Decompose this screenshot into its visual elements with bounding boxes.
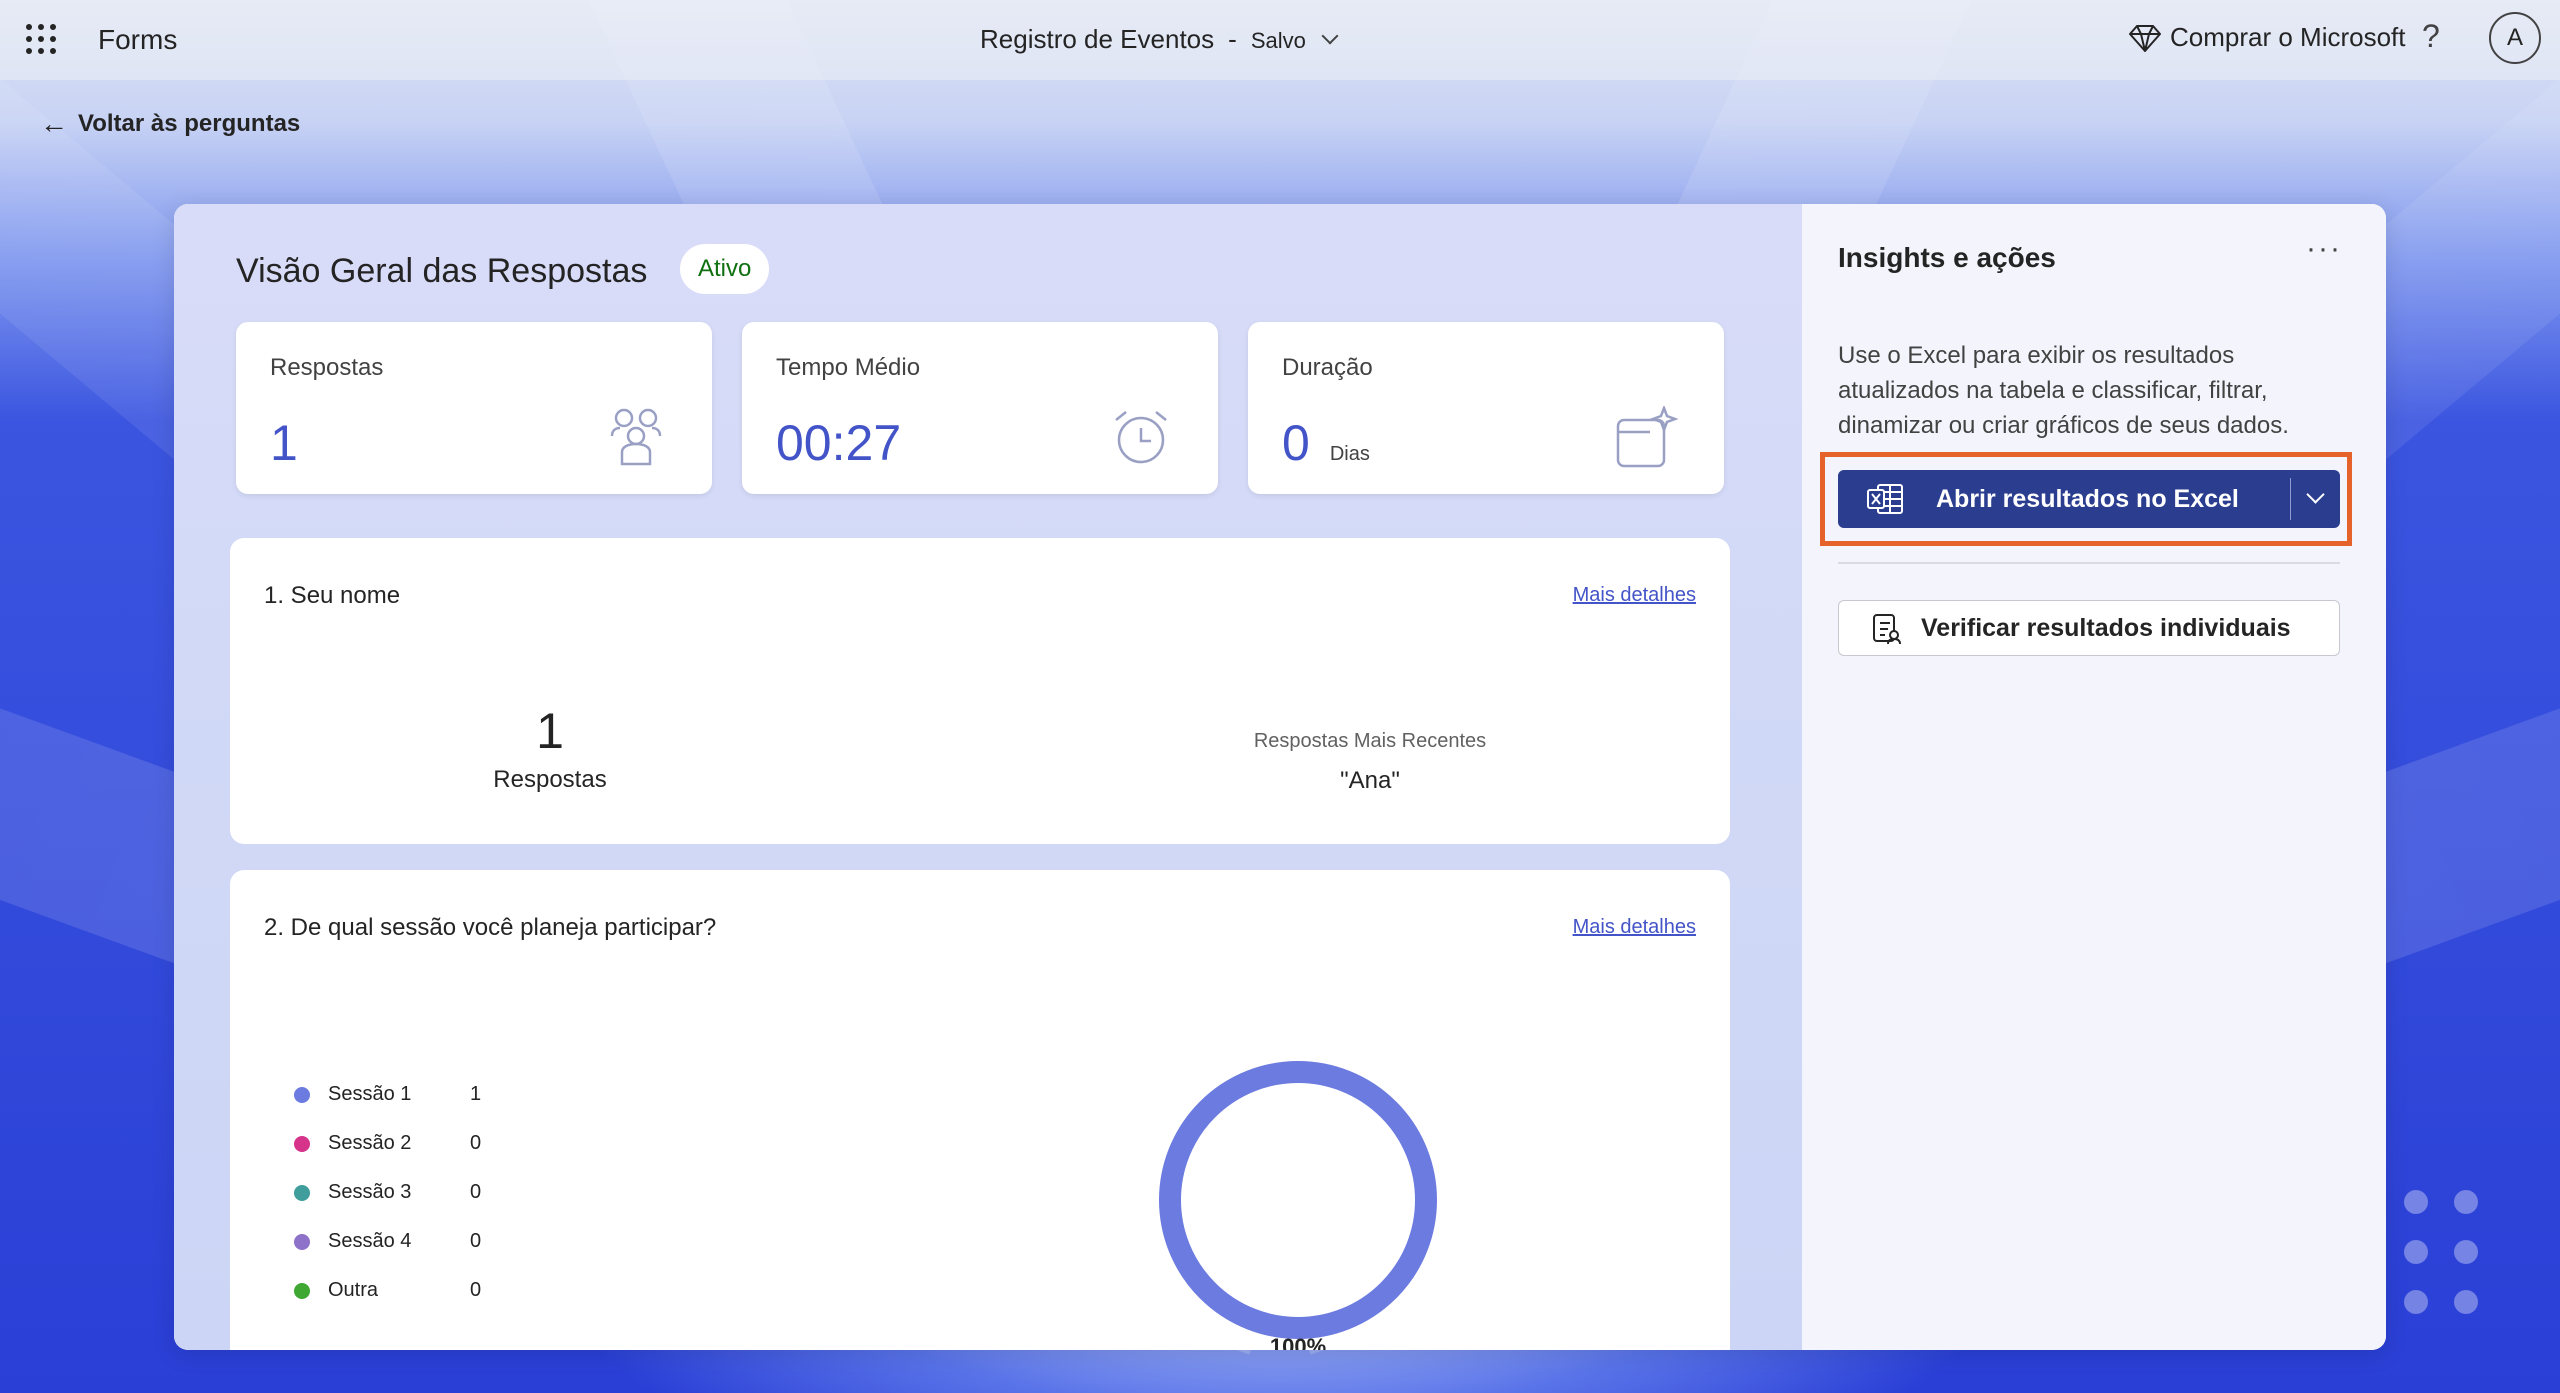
legend-item: Sessão 2 0: [294, 1119, 481, 1168]
divider: [1838, 562, 2340, 564]
legend-swatch: [294, 1282, 310, 1299]
save-status: Salvo: [1250, 28, 1306, 53]
stat-label: Respostas: [270, 354, 384, 381]
buy-microsoft-button[interactable]: Comprar o Microsoft: [2128, 22, 2406, 53]
donut-chart: [1159, 1061, 1437, 1339]
legend-item: Sessão 4 0: [294, 1217, 481, 1266]
arrow-left-icon: ←: [40, 108, 68, 139]
open-in-excel-split-button: Abrir resultados no Excel: [1838, 470, 2340, 528]
view-individual-results-button[interactable]: Verificar resultados individuais: [1838, 600, 2340, 656]
results-panel: Visão Geral das Respostas Ativo Resposta…: [174, 204, 2386, 1350]
diamond-icon: [2129, 24, 2161, 52]
help-icon[interactable]: ?: [2422, 18, 2440, 55]
stat-label: Tempo Médio: [776, 354, 921, 381]
alarm-clock-icon: [1115, 411, 1167, 464]
view-individual-results-label: Verificar resultados individuais: [1921, 613, 2291, 642]
question-title: 1. Seu nome: [264, 582, 401, 609]
more-options-icon[interactable]: ···: [2306, 232, 2342, 266]
legend-swatch: [294, 1233, 310, 1250]
decoration-dot: [2404, 1190, 2428, 1214]
stat-unit: Dias: [1329, 443, 1370, 465]
stat-card-average-time: Tempo Médio 00:27: [742, 322, 1218, 494]
recent-heading: Respostas Mais Recentes: [1253, 730, 1487, 752]
stat-label: Duração: [1282, 354, 1373, 381]
legend-label: Outra: [328, 1279, 379, 1301]
app-name[interactable]: Forms: [98, 24, 177, 56]
recent-responses: Respostas Mais Recentes "Ana": [1090, 730, 1650, 795]
top-bar: Forms Registro de Eventos - Salvo Comprar …: [0, 0, 2560, 80]
question-card-name: 1. Seu nome Mais detalhes 1 Respostas Re…: [230, 538, 1730, 844]
chevron-down-icon: [2306, 485, 2325, 504]
legend-label: Sessão 2: [328, 1132, 412, 1154]
excel-icon: [1867, 484, 1903, 514]
responses-overview: Visão Geral das Respostas Ativo Resposta…: [174, 204, 1802, 1350]
question-title: 2. De qual sessão você planeja participa…: [264, 914, 717, 941]
legend-item: Outra 0: [294, 1266, 481, 1315]
legend-item: Sessão 3 0: [294, 1168, 481, 1217]
buy-label: Comprar o Microsoft: [2170, 22, 2406, 52]
back-to-questions-link[interactable]: ← Voltar às perguntas: [40, 108, 300, 140]
chart-legend: Sessão 1 1 Sessão 2 0 Sessão 3 0 Sessão 4 0 Outr…: [294, 1070, 481, 1315]
response-count: 1 Respostas: [230, 702, 870, 794]
legend-swatch: [294, 1135, 310, 1152]
legend-swatch: [294, 1086, 310, 1103]
legend-label: Sessão 3: [328, 1181, 412, 1203]
insights-panel: Insights e ações ··· Use o Excel para ex…: [1802, 204, 2386, 1350]
title-separator: -: [1228, 24, 1237, 54]
legend-label: Sessão 4: [328, 1230, 412, 1252]
stat-value: 1: [270, 415, 298, 471]
stat-value: 00:27: [776, 415, 902, 471]
decoration-dot: [2404, 1240, 2428, 1264]
legend-item: Sessão 1 1: [294, 1070, 481, 1119]
excel-options-dropdown[interactable]: [2291, 470, 2340, 528]
legend-value: 1: [470, 1083, 482, 1105]
decoration-dot: [2454, 1240, 2478, 1264]
status-badge: Ativo: [680, 244, 770, 294]
insights-title: Insights e ações: [1838, 242, 2056, 273]
legend-value: 0: [470, 1230, 482, 1252]
clipboard-person-icon: [1873, 614, 1901, 645]
chart-data-label: 100%: [1269, 1334, 1327, 1350]
insights-description: Use o Excel para exibir os resultados at…: [1838, 342, 2289, 439]
legend-label: Sessão 1: [328, 1083, 412, 1105]
decoration-dot: [2404, 1290, 2428, 1314]
open-in-excel-button[interactable]: Abrir resultados no Excel: [1838, 470, 2290, 528]
avatar[interactable]: A: [2489, 12, 2541, 64]
stat-card-responses: Respostas 1: [236, 322, 712, 494]
response-count-value: 1: [536, 703, 564, 759]
calendar-sparkle-icon: [1616, 406, 1678, 468]
page-title: Visão Geral das Respostas: [236, 252, 648, 290]
legend-swatch: [294, 1184, 310, 1201]
legend-value: 0: [470, 1132, 482, 1154]
back-label: Voltar às perguntas: [78, 110, 301, 137]
app-launcher-icon[interactable]: [26, 24, 56, 54]
stat-card-duration: Duração 0 Dias: [1248, 322, 1724, 494]
recent-value: "Ana": [1340, 767, 1400, 794]
chevron-down-icon: [1321, 27, 1339, 45]
decoration-dot: [2454, 1290, 2478, 1314]
form-title-menu[interactable]: Registro de Eventos - Salvo: [980, 24, 1339, 55]
donut-slice-sessão-1[interactable]: [1159, 1061, 1437, 1339]
question-card-session: 2. De qual sessão você planeja participa…: [230, 870, 1730, 1350]
more-details-link[interactable]: Mais detalhes: [1573, 584, 1696, 607]
legend-value: 0: [470, 1181, 482, 1203]
open-in-excel-label: Abrir resultados no Excel: [1936, 484, 2239, 513]
form-title: Registro de Eventos: [980, 24, 1215, 54]
more-details-link[interactable]: Mais detalhes: [1573, 916, 1696, 939]
stat-value: 0 Dias: [1282, 415, 1370, 471]
people-icon: [610, 408, 662, 466]
legend-value: 0: [470, 1279, 482, 1301]
response-count-label: Respostas: [493, 766, 607, 793]
decoration-dot: [2454, 1190, 2478, 1214]
